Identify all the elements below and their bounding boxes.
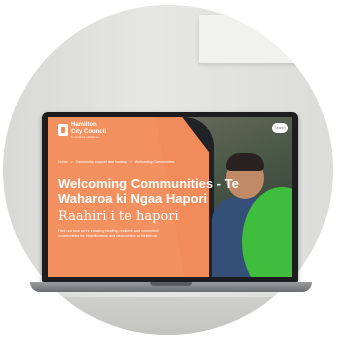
child-hair [226, 153, 264, 171]
hero-description: Find out how we're creating healthy, res… [58, 229, 159, 238]
breadcrumb-home[interactable]: Home [58, 160, 68, 164]
laptop-lid: Hamilton City Council Te kaunihera o Kir… [42, 112, 298, 282]
breadcrumb-community-support[interactable]: Community support and funding [76, 160, 127, 164]
breadcrumb-separator: > [129, 160, 132, 164]
council-logo-text[interactable]: Hamilton City Council [71, 122, 111, 135]
wall-picture-frame [199, 15, 319, 63]
council-logo-icon[interactable] [58, 124, 68, 136]
laptop-hinge-notch [150, 282, 192, 286]
logo-tagline: Te kaunihera o Kirikiriroa [71, 136, 99, 139]
logo-line-2: City Council [71, 128, 107, 135]
table-surface [3, 297, 333, 335]
breadcrumb-separator: > [70, 160, 73, 164]
breadcrumb-current: Welcoming Communities [134, 160, 175, 164]
breadcrumb: Home > Community support and funding > W… [58, 160, 176, 164]
laptop-screen: Hamilton City Council Te kaunihera o Kir… [48, 117, 292, 277]
page-title: Welcoming Communities - Te Waharoa ki Ng… [58, 176, 239, 206]
page-subtitle: Raahiri i te hapori [58, 209, 179, 224]
search-button[interactable]: Search [272, 123, 288, 133]
